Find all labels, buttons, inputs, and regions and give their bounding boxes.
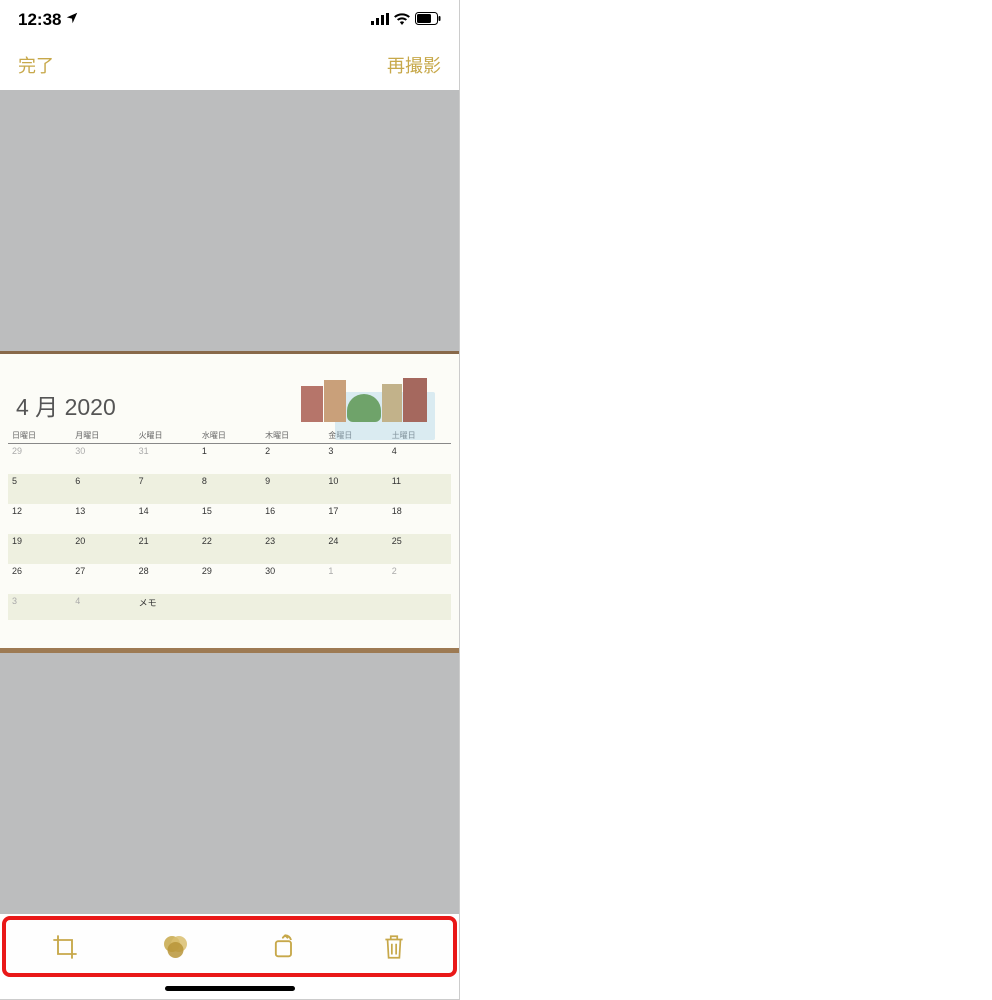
calendar-row: 12131415161718	[8, 504, 451, 534]
calendar-cell: 29	[198, 564, 261, 594]
delete-button[interactable]	[374, 929, 414, 969]
home-indicator[interactable]	[165, 986, 295, 991]
location-icon	[65, 10, 79, 30]
calendar-cell: 3	[8, 594, 71, 620]
battery-icon	[415, 10, 441, 30]
calendar-cell: 18	[388, 504, 451, 534]
calendar-cell: 30	[261, 564, 324, 594]
calendar-cell: 28	[135, 564, 198, 594]
calendar-cell	[261, 594, 324, 620]
calendar-cell: 15	[198, 504, 261, 534]
document-illustration	[301, 374, 451, 422]
calendar-cell: 21	[135, 534, 198, 564]
weekday-header: 日曜日	[8, 428, 71, 444]
calendar-cell: 29	[8, 444, 71, 474]
calendar-row: 34メモ	[8, 594, 451, 620]
calendar-cell	[198, 594, 261, 620]
calendar-cell: 14	[135, 504, 198, 534]
calendar-cell: 5	[8, 474, 71, 504]
done-button[interactable]: 完了	[18, 52, 54, 78]
calendar-table: 日曜日月曜日火曜日水曜日木曜日金曜日土曜日 293031123456789101…	[8, 428, 451, 620]
calendar-cell: 27	[71, 564, 134, 594]
status-bar: 12:38	[0, 0, 459, 40]
wifi-icon	[393, 10, 411, 30]
edit-toolbar	[4, 918, 455, 980]
calendar-cell: 13	[71, 504, 134, 534]
weekday-header: 木曜日	[261, 428, 324, 444]
weekday-header: 水曜日	[198, 428, 261, 444]
filter-icon	[160, 933, 190, 966]
calendar-cell: 20	[71, 534, 134, 564]
calendar-cell	[324, 594, 387, 620]
phone-frame: 12:38	[0, 0, 460, 1000]
calendar-cell: 8	[198, 474, 261, 504]
rotate-icon	[270, 933, 298, 966]
calendar-row: 262728293012	[8, 564, 451, 594]
rotate-button[interactable]	[264, 929, 304, 969]
calendar-cell: 25	[388, 534, 451, 564]
retake-button[interactable]: 再撮影	[387, 52, 441, 78]
calendar-cell: 10	[324, 474, 387, 504]
status-time: 12:38	[18, 10, 61, 30]
calendar-cell: 4	[388, 444, 451, 474]
calendar-cell	[388, 594, 451, 620]
calendar-cell: 23	[261, 534, 324, 564]
status-right	[371, 10, 441, 30]
weekday-header: 月曜日	[71, 428, 134, 444]
calendar-cell: 22	[198, 534, 261, 564]
calendar-cell: 1	[198, 444, 261, 474]
calendar-cell: 24	[324, 534, 387, 564]
weekday-header: 火曜日	[135, 428, 198, 444]
calendar-cell: 3	[324, 444, 387, 474]
cellular-icon	[371, 10, 389, 30]
calendar-row: 19202122232425	[8, 534, 451, 564]
scan-preview-area[interactable]: 4 月 2020 日曜日月曜日火曜日水曜日木曜日金曜日土曜日 293031123…	[0, 90, 459, 914]
calendar-cell: 17	[324, 504, 387, 534]
document-title: 4 月 2020	[8, 388, 116, 422]
calendar-cell: 7	[135, 474, 198, 504]
trash-icon	[381, 933, 407, 966]
calendar-cell: 2	[261, 444, 324, 474]
status-left: 12:38	[18, 10, 79, 30]
calendar-row: 2930311234	[8, 444, 451, 474]
toolbar-container	[0, 914, 459, 999]
crop-button[interactable]	[45, 929, 85, 969]
calendar-cell: 1	[324, 564, 387, 594]
nav-bar: 完了 再撮影	[0, 40, 459, 90]
calendar-cell: 9	[261, 474, 324, 504]
calendar-cell: 16	[261, 504, 324, 534]
calendar-cell: 4	[71, 594, 134, 620]
calendar-cell: 31	[135, 444, 198, 474]
calendar-cell: 30	[71, 444, 134, 474]
calendar-cell: 11	[388, 474, 451, 504]
calendar-cell: 2	[388, 564, 451, 594]
calendar-cell: 26	[8, 564, 71, 594]
calendar-cell: 6	[71, 474, 134, 504]
calendar-cell: 19	[8, 534, 71, 564]
crop-icon	[51, 933, 79, 966]
filter-button[interactable]	[155, 929, 195, 969]
calendar-row: 567891011	[8, 474, 451, 504]
scanned-document: 4 月 2020 日曜日月曜日火曜日水曜日木曜日金曜日土曜日 293031123…	[0, 351, 459, 653]
memo-label-cell: メモ	[135, 594, 198, 620]
calendar-cell: 12	[8, 504, 71, 534]
